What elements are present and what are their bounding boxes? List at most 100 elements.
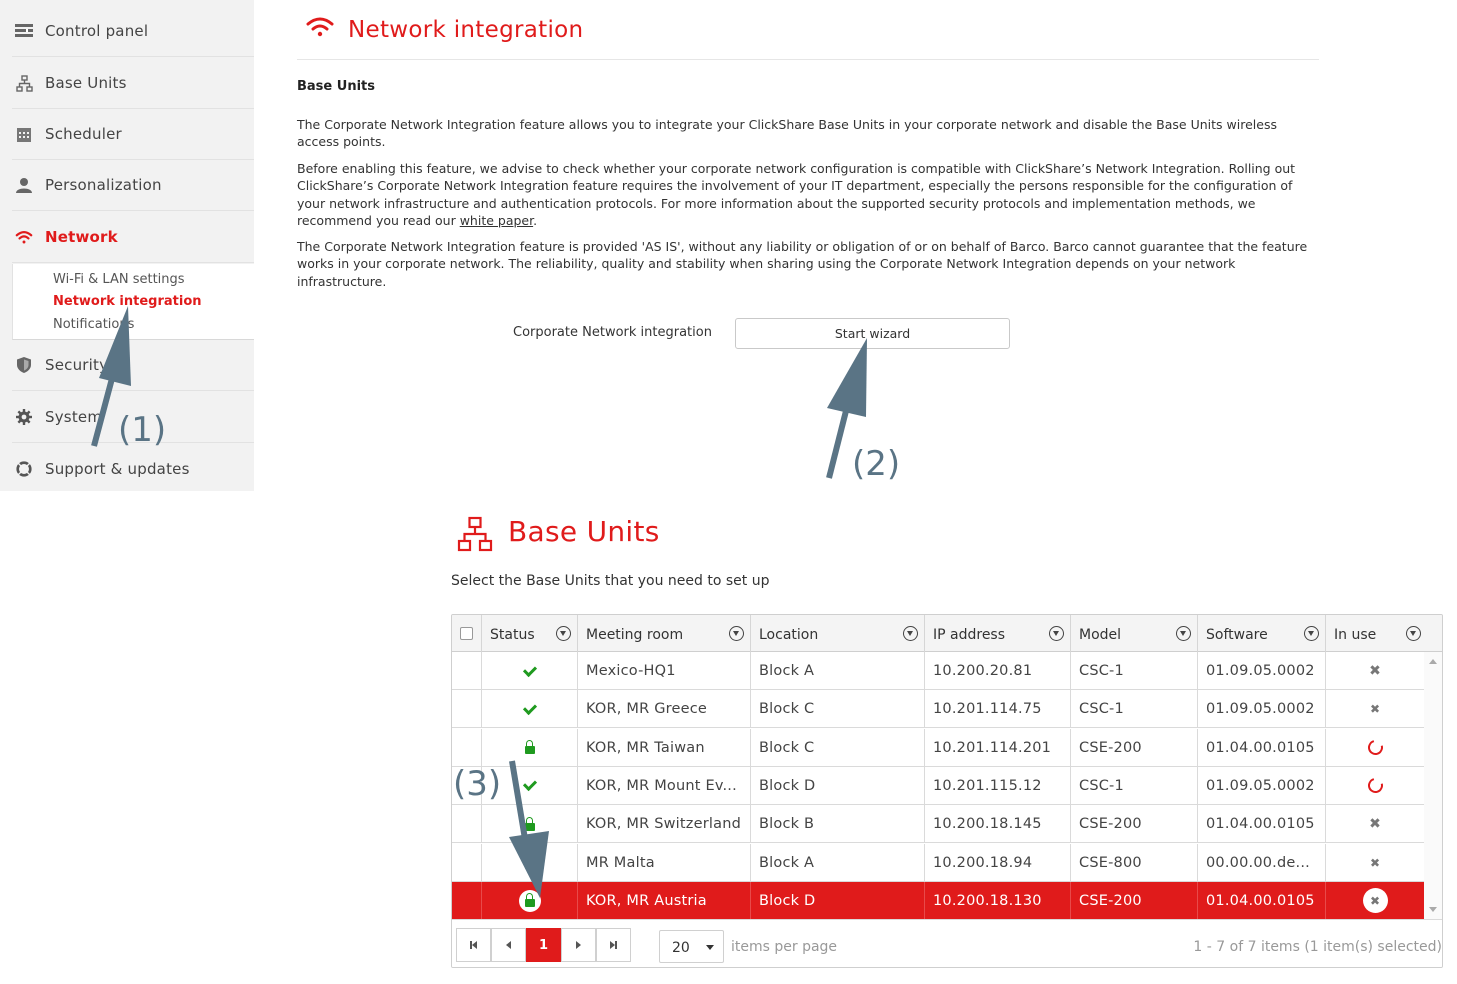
in-use-cell: ✖	[1326, 805, 1424, 843]
select-cell[interactable]	[452, 652, 482, 690]
sidebar-item-support-updates[interactable]: Support & updates	[12, 443, 254, 494]
description-paragraph: The Corporate Network Integration featur…	[297, 117, 1277, 150]
select-cell[interactable]	[452, 805, 482, 844]
column-header-location[interactable]: Location	[751, 615, 925, 652]
location-cell: Block A	[751, 652, 925, 690]
sidebar-item-control-panel[interactable]: Control panel	[12, 6, 254, 57]
vertical-scrollbar[interactable]	[1424, 652, 1442, 919]
first-page-button[interactable]	[456, 928, 491, 962]
meeting-room-cell: KOR, MR Mount Ev...	[578, 766, 751, 805]
lock-icon	[524, 855, 535, 869]
sidebar-item-scheduler[interactable]: Scheduler	[12, 109, 254, 160]
previous-page-button[interactable]	[491, 928, 526, 962]
software-cell: 01.09.05.0002	[1198, 766, 1326, 805]
table-row[interactable]: KOR, MR Switzerland Block B 10.200.18.145 C…	[452, 805, 1424, 844]
paragraph-text: Before enabling this feature, we advise …	[297, 161, 1296, 228]
location-cell: Block D	[751, 881, 925, 920]
select-cell[interactable]	[452, 690, 482, 729]
submenu-item-notifications[interactable]: Notifications	[53, 317, 134, 332]
select-cell[interactable]	[452, 728, 482, 767]
submenu-item-wifi-lan[interactable]: Wi-Fi & LAN settings	[53, 272, 185, 287]
cell-text: 10.201.114.75	[933, 701, 1042, 718]
cell-text: Block B	[759, 816, 815, 833]
location-cell: Block D	[751, 766, 925, 805]
user-icon	[15, 176, 33, 194]
column-header-label: IP address	[933, 627, 1006, 643]
close-icon: ✖	[1369, 816, 1381, 833]
start-wizard-button[interactable]: Start wizard	[735, 318, 1010, 349]
table-row[interactable]: KOR, MR Taiwan Block C 10.201.114.201 CSE-2…	[452, 728, 1424, 767]
cell-text: KOR, MR Austria	[586, 892, 707, 909]
cell-text: 10.200.18.94	[933, 854, 1033, 871]
column-header-software[interactable]: Software	[1198, 615, 1326, 652]
page-size-select[interactable]: 20	[659, 930, 724, 963]
page-title: Network integration	[348, 17, 584, 43]
in-use-cell: ✖	[1326, 844, 1424, 882]
cell-text: KOR, MR Greece	[586, 701, 708, 718]
calendar-icon	[15, 125, 33, 143]
page-button-current[interactable]: 1	[526, 928, 561, 962]
checkmark-icon	[522, 662, 537, 677]
annotation-label-1: (1)	[118, 410, 167, 450]
table-row[interactable]: KOR, MR Austria Block D 10.200.18.130 CSE-2…	[452, 881, 1424, 920]
filter-icon[interactable]	[556, 626, 571, 641]
column-header-model[interactable]: Model	[1071, 615, 1198, 652]
table-row[interactable]: MR Malta Block A 10.200.18.94 CSE-800 00.00.…	[452, 843, 1424, 882]
table-row[interactable]: KOR, MR Mount Ev... Block D 10.201.115.12 C…	[452, 766, 1424, 805]
cell-text: 00.00.00.de...	[1206, 854, 1310, 871]
base-units-icon	[457, 516, 493, 556]
sidebar-item-base-units[interactable]: Base Units	[12, 58, 254, 109]
last-page-button[interactable]	[596, 928, 631, 962]
sidebar-item-label: Scheduler	[45, 125, 122, 143]
sidebar-item-personalization[interactable]: Personalization	[12, 160, 254, 211]
cell-text: CSE-800	[1079, 854, 1142, 871]
base-units-grid: Status Meeting room Location IP address …	[451, 614, 1443, 968]
close-icon: ✖	[1369, 893, 1381, 908]
column-header-label: Software	[1206, 627, 1268, 643]
corporate-network-integration-label: Corporate Network integration	[513, 325, 712, 340]
model-cell: CSE-200	[1071, 881, 1198, 920]
cell-text: Mexico-HQ1	[586, 663, 676, 679]
filter-icon[interactable]	[1304, 626, 1319, 641]
select-cell[interactable]	[452, 843, 482, 882]
scroll-up-arrow-icon[interactable]	[1429, 659, 1437, 664]
next-page-button[interactable]	[561, 928, 596, 962]
cell-text: KOR, MR Mount Ev...	[586, 777, 737, 794]
not-in-use-badge: ✖	[1362, 850, 1388, 875]
column-header-label: Location	[759, 627, 819, 643]
table-row[interactable]: Mexico-HQ1 Block A 10.200.20.81 CSC-1 01.09.…	[452, 652, 1424, 690]
submenu-item-network-integration[interactable]: Network integration	[53, 294, 202, 309]
software-cell: 01.04.00.0105	[1198, 881, 1326, 920]
sidebar-item-label: System	[45, 408, 103, 426]
grid-body: Mexico-HQ1 Block A 10.200.20.81 CSC-1 01.09.…	[452, 652, 1424, 920]
filter-icon[interactable]	[903, 626, 918, 641]
control-panel-icon	[15, 22, 33, 40]
column-header-ip-address[interactable]: IP address	[925, 615, 1071, 652]
paragraph-text: .	[533, 212, 538, 228]
filter-icon[interactable]	[729, 626, 744, 641]
model-cell: CSC-1	[1071, 766, 1198, 805]
sidebar-item-network[interactable]: Network	[12, 212, 254, 263]
meeting-room-cell: KOR, MR Switzerland	[578, 805, 751, 844]
filter-icon[interactable]	[1176, 626, 1191, 641]
lock-icon	[524, 893, 535, 908]
base-units-icon	[15, 74, 33, 92]
ip-address-cell: 10.201.114.201	[925, 728, 1071, 767]
filter-icon[interactable]	[1406, 626, 1421, 641]
disclaimer-paragraph: The Corporate Network Integration featur…	[297, 239, 1308, 289]
column-header-meeting-room[interactable]: Meeting room	[578, 615, 751, 652]
white-paper-link[interactable]: white paper	[460, 213, 533, 228]
filter-icon[interactable]	[1049, 626, 1064, 641]
sidebar-item-security[interactable]: Security	[12, 340, 254, 391]
select-cell[interactable]	[452, 881, 482, 920]
description-paragraph: Before enabling this feature, we advise …	[297, 160, 1322, 229]
cell-text: Block C	[759, 701, 815, 718]
cell-text: 01.09.05.0002	[1206, 663, 1315, 679]
status-badge	[518, 851, 541, 874]
select-all-checkbox[interactable]	[460, 627, 473, 640]
column-header-status[interactable]: Status	[482, 615, 578, 652]
scroll-down-arrow-icon[interactable]	[1429, 907, 1437, 912]
table-row[interactable]: KOR, MR Greece Block C 10.201.114.75 CSC-1 0…	[452, 690, 1424, 729]
in-use-cell: ✖	[1326, 882, 1424, 920]
column-header-in-use[interactable]: In use	[1326, 615, 1442, 652]
